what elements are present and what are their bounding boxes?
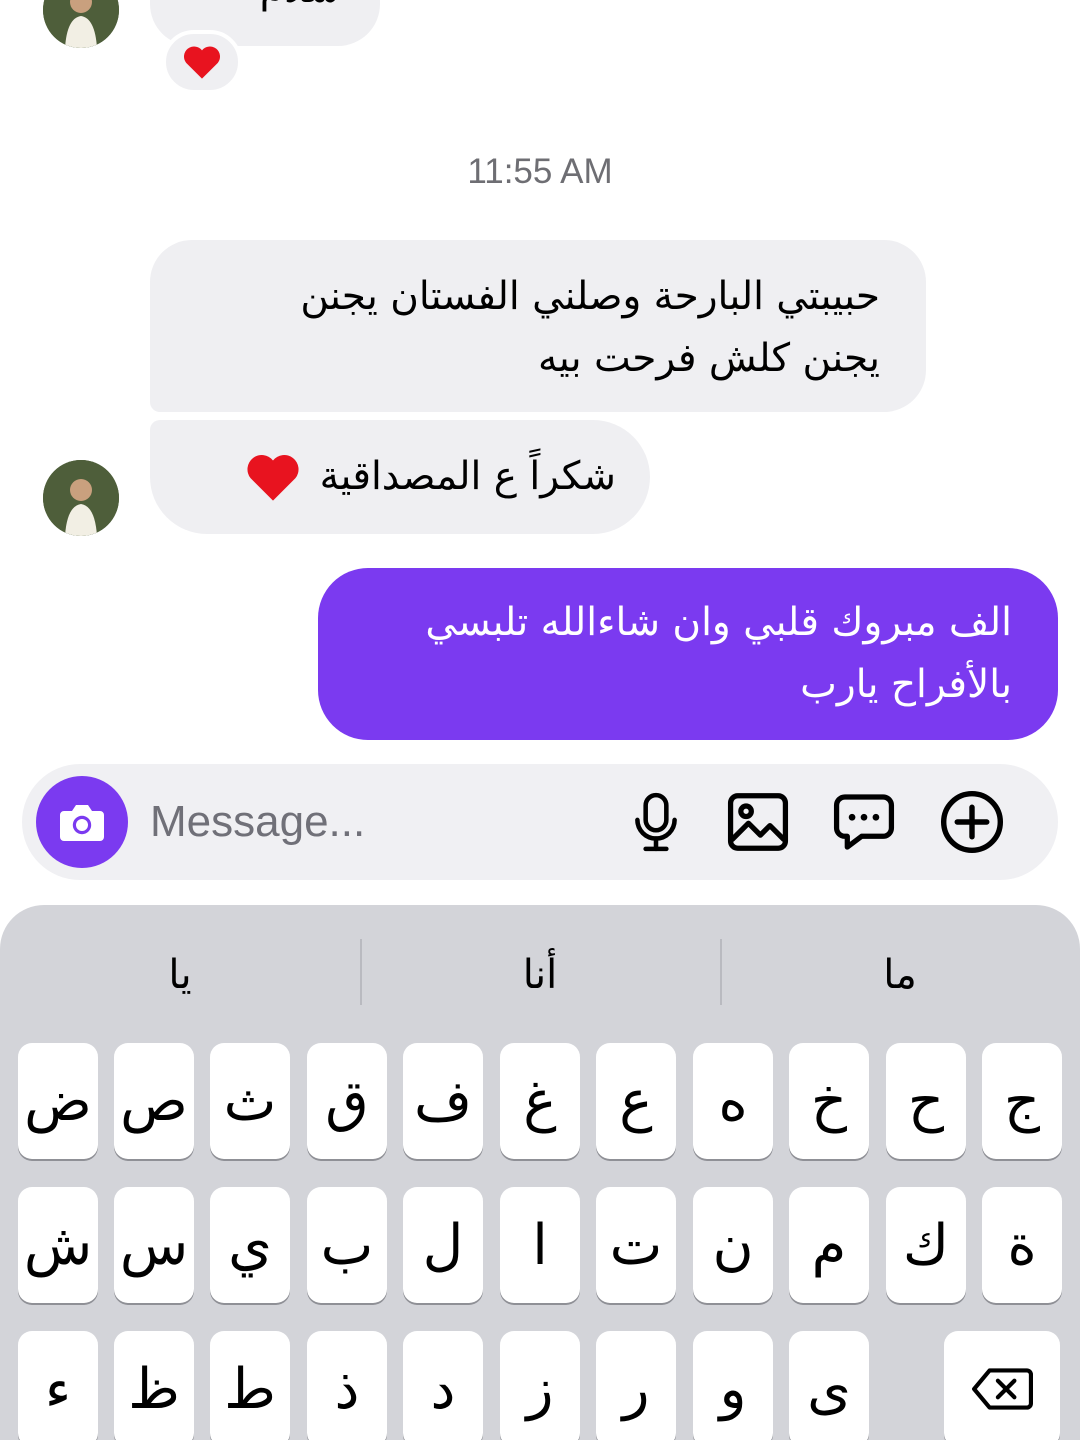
keyboard: يا أنا ما ض ص ث ق ف غ ع ه خ ح ج ش س ي ب … [0,905,1080,1440]
suggestion[interactable]: ما [720,935,1080,1015]
key[interactable]: ى [789,1331,869,1440]
message-input[interactable] [150,792,550,852]
key[interactable]: غ [500,1043,580,1159]
gallery-button[interactable] [726,790,790,854]
message-text: بالأفراح يارب [800,662,1012,707]
key[interactable]: خ [789,1043,869,1159]
message-text: الف مبروك قلبي وان شاءالله تلبسي [425,600,1012,645]
key[interactable]: م [789,1187,869,1303]
plus-icon [940,790,1004,854]
key[interactable]: ص [114,1043,194,1159]
key[interactable]: ي [210,1187,290,1303]
key[interactable]: ق [307,1043,387,1159]
key[interactable]: ط [210,1331,290,1440]
avatar[interactable] [43,460,119,536]
key[interactable]: ذ [307,1331,387,1440]
message-bubble-outgoing[interactable]: الف مبروك قلبي وان شاءالله تلبسي بالأفرا… [318,568,1058,740]
backspace-icon [972,1368,1033,1410]
key[interactable]: ش [18,1187,98,1303]
message-text: سلام [260,0,340,12]
message-bubble-incoming[interactable]: حبيبتي البارحة وصلني الفستان يجنن يجنن ك… [150,240,926,412]
message-text: شكراً ع المصداقية [319,454,616,499]
key[interactable]: س [114,1187,194,1303]
camera-button[interactable] [36,776,128,868]
key[interactable]: ع [596,1043,676,1159]
key[interactable]: ب [307,1187,387,1303]
key[interactable]: ن [693,1187,773,1303]
chat-sticker-icon [833,794,895,850]
key[interactable]: ض [18,1043,98,1159]
key[interactable]: ء [18,1331,98,1440]
key[interactable]: ت [596,1187,676,1303]
message-text: يجنن كلش فرحت بيه [538,336,880,381]
key[interactable]: د [403,1331,483,1440]
timestamp: 11:55 AM [467,152,613,191]
avatar[interactable] [43,0,119,48]
key[interactable]: ر [596,1331,676,1440]
key[interactable]: ث [210,1043,290,1159]
camera-icon [60,805,104,841]
key[interactable]: ف [403,1043,483,1159]
delete-key[interactable] [944,1331,1060,1440]
suggestion[interactable]: أنا [360,935,720,1015]
reaction-badge[interactable] [162,30,242,94]
microphone-button[interactable] [624,790,688,854]
sticker-button[interactable] [832,790,896,854]
key[interactable]: ه [693,1043,773,1159]
key[interactable]: ا [500,1187,580,1303]
key[interactable]: ظ [114,1331,194,1440]
microphone-icon [635,792,677,852]
message-text: حبيبتي البارحة وصلني الفستان يجنن [300,274,880,319]
key[interactable]: ل [403,1187,483,1303]
key[interactable]: ة [982,1187,1062,1303]
add-button[interactable] [940,790,1004,854]
key[interactable]: ز [500,1331,580,1440]
key[interactable]: و [693,1331,773,1440]
key[interactable]: ح [886,1043,966,1159]
suggestion[interactable]: يا [0,935,360,1015]
heart-icon [183,46,221,79]
key[interactable]: ك [886,1187,966,1303]
message-composer [22,764,1058,880]
message-bubble-incoming[interactable]: شكراً ع المصداقية [150,420,650,534]
image-icon [727,793,789,851]
heart-icon [247,455,299,501]
key[interactable]: ج [982,1043,1062,1159]
